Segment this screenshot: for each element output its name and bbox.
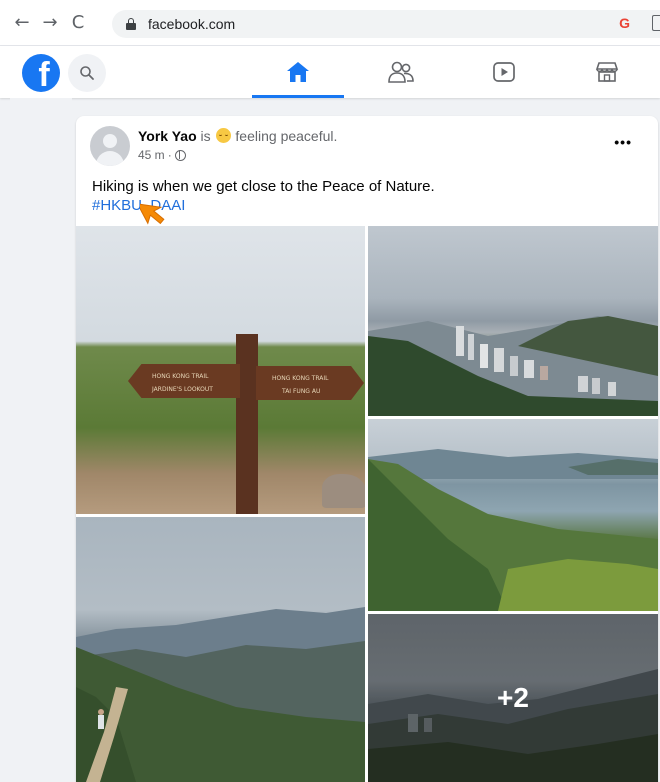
meta-separator: · (167, 148, 172, 162)
photo-city-view[interactable] (368, 226, 658, 416)
sea-landscape (368, 449, 658, 611)
home-icon (287, 62, 309, 82)
tab-watch[interactable] (458, 46, 550, 98)
sign-text-left-top: HONG KONG TRAIL (152, 373, 209, 380)
marketplace-icon (595, 62, 619, 82)
browser-toolbar: ← → C facebook.com G (0, 0, 660, 46)
url-text: facebook.com (148, 16, 236, 32)
post-header: York Yao is feeling peaceful. (138, 128, 337, 144)
extension-icon[interactable] (652, 15, 660, 31)
post-options-button[interactable]: ••• (614, 134, 632, 150)
photo-trail-sign[interactable]: HONG KONG TRAIL JARDINE'S LOOKOUT HONG K… (76, 226, 365, 514)
post-text: Hiking is when we get close to the Peace… (92, 178, 435, 195)
facebook-header: f (0, 46, 660, 98)
sign-text-left-bottom: JARDINE'S LOOKOUT (152, 386, 213, 393)
rock (322, 474, 365, 508)
sign-text-right-bottom: TAI FUNG AU (282, 388, 321, 395)
globe-icon (174, 149, 186, 161)
city-landscape (368, 316, 658, 416)
search-button[interactable] (68, 54, 106, 92)
watch-video-icon (493, 62, 515, 82)
post-feeling-prefix: is (200, 128, 211, 144)
lock-icon (126, 18, 136, 30)
tab-marketplace[interactable] (561, 46, 653, 98)
post-feeling: feeling peaceful. (235, 128, 338, 144)
google-icon[interactable]: G (619, 15, 630, 31)
mouse-pointer-icon (140, 203, 165, 225)
photo-mountain-trail[interactable] (76, 517, 365, 782)
left-gutter (10, 98, 72, 782)
mountain-landscape (76, 607, 365, 782)
signpost (236, 334, 258, 514)
tab-home[interactable] (252, 46, 344, 98)
forward-icon[interactable]: → (36, 9, 64, 37)
address-bar[interactable]: facebook.com G (112, 10, 660, 38)
post-author[interactable]: York Yao (138, 128, 197, 144)
relieved-emoji-icon (215, 128, 231, 143)
photo-sea-view[interactable] (368, 419, 658, 611)
back-icon[interactable]: ← (8, 9, 36, 37)
friends-icon (388, 61, 414, 83)
sign-text-right-top: HONG KONG TRAIL (272, 375, 329, 382)
more-photos-count[interactable]: +2 (368, 614, 658, 782)
post-meta: 45 m · (138, 148, 186, 162)
post-time[interactable]: 45 m (138, 148, 165, 162)
hashtag-link[interactable]: #HKBU_DAAI (92, 197, 185, 214)
reload-icon[interactable]: C (64, 9, 92, 37)
avatar[interactable] (90, 126, 130, 166)
facebook-logo-icon[interactable]: f (22, 54, 60, 92)
search-icon (80, 66, 94, 80)
tab-friends[interactable] (355, 46, 447, 98)
